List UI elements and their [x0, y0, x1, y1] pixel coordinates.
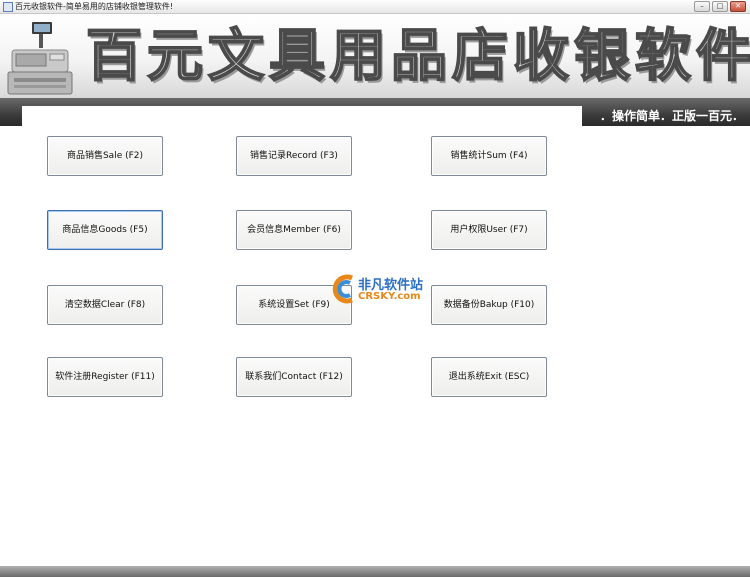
exit-system-button[interactable]: 退出系统Exit (ESC)	[431, 357, 547, 397]
clear-data-button[interactable]: 清空数据Clear (F8)	[47, 285, 163, 325]
banner: 百元文具用品店收银软件	[0, 14, 750, 98]
maximize-button[interactable]: □	[712, 1, 728, 12]
sales-statistics-button[interactable]: 销售统计Sum (F4)	[431, 136, 547, 176]
member-info-button[interactable]: 会员信息Member (F6)	[236, 210, 352, 250]
contact-us-button[interactable]: 联系我们Contact (F12)	[236, 357, 352, 397]
banner-title: 百元文具用品店收银软件	[85, 23, 750, 90]
slogan-text: ．操作简单．正版一百元．	[599, 109, 744, 123]
software-register-button[interactable]: 软件注册Register (F11)	[47, 357, 163, 397]
bottom-bar	[0, 566, 750, 577]
cash-register-icon	[7, 22, 73, 95]
window-title-bar: 百元收银软件-简单易用的店铺收银管理软件! – □ ✕	[0, 0, 750, 14]
goods-info-button[interactable]: 商品信息Goods (F5)	[47, 210, 163, 250]
watermark: 非凡软件站 CRSKY.com	[330, 272, 426, 308]
data-backup-button[interactable]: 数据备份Bakup (F10)	[431, 285, 547, 325]
watermark-en: CRSKY.com	[358, 291, 421, 302]
minimize-button[interactable]: –	[694, 1, 710, 12]
window-title: 百元收银软件-简单易用的店铺收银管理软件!	[15, 2, 174, 11]
sales-record-button[interactable]: 销售记录Record (F3)	[236, 136, 352, 176]
content-panel-top	[22, 106, 582, 126]
window-controls: – □ ✕	[694, 1, 746, 12]
close-button[interactable]: ✕	[730, 1, 746, 12]
app-icon	[3, 2, 13, 12]
sales-button[interactable]: 商品销售Sale (F2)	[47, 136, 163, 176]
user-permission-button[interactable]: 用户权限User (F7)	[431, 210, 547, 250]
crsky-logo-icon	[332, 274, 353, 304]
